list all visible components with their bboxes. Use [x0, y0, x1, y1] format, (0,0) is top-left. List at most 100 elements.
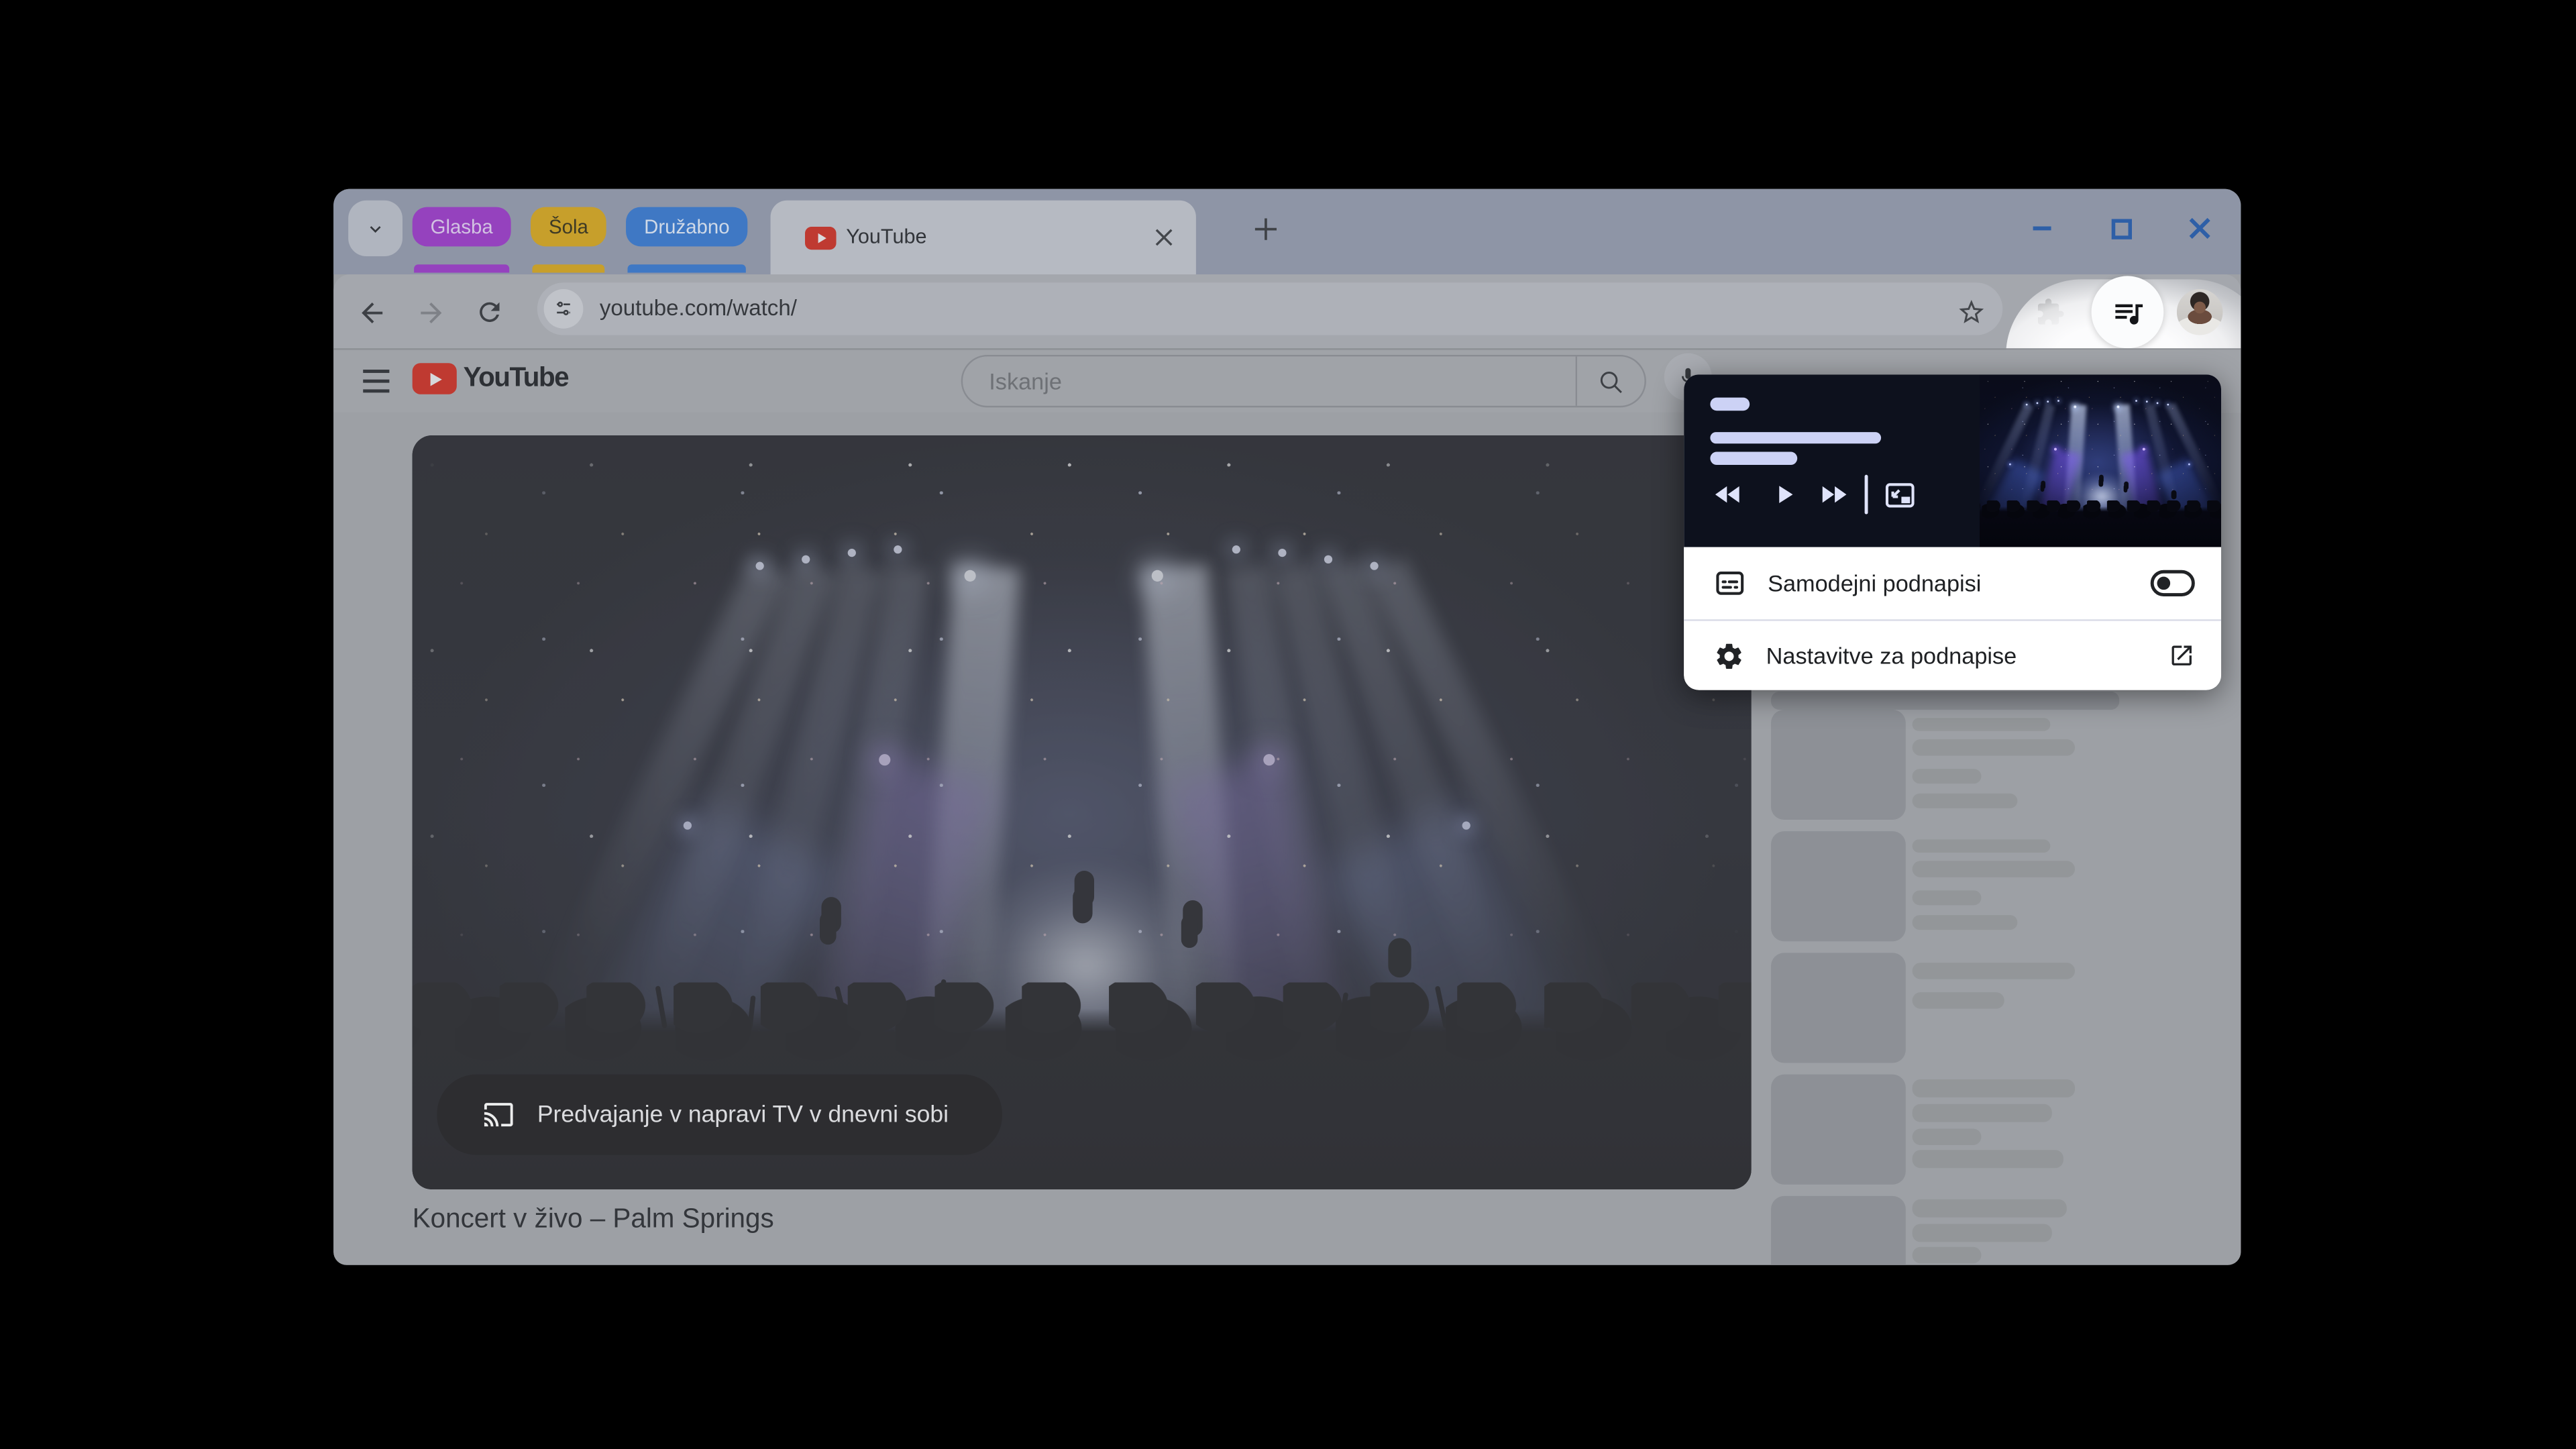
- tab-group-0: Glasba: [413, 207, 511, 247]
- media-controls-icon: [2110, 295, 2145, 329]
- url-text: youtube.com/watch/: [600, 282, 797, 335]
- skeleton-line: [1913, 1199, 2067, 1218]
- cast-toast: Predvajanje v napravi TV v dnevni sobi: [437, 1075, 1002, 1155]
- skeleton-line: [1913, 992, 2004, 1008]
- close-icon: [1154, 227, 1172, 246]
- tab-group-1: Šola: [531, 207, 606, 247]
- youtube-logo[interactable]: YouTube: [413, 363, 569, 394]
- skeleton-line: [1913, 1150, 2063, 1168]
- bookmark-button[interactable]: [1953, 294, 1990, 330]
- screen: Glasba Šola Družabno YouTube: [0, 0, 2576, 1449]
- forward-icon: [415, 297, 446, 328]
- skeleton-line: [1913, 739, 2075, 755]
- back-button[interactable]: [354, 294, 390, 330]
- video-player[interactable]: Predvajanje v napravi TV v dnevni sobi: [413, 435, 1752, 1189]
- media-controls-button[interactable]: [2092, 276, 2164, 348]
- media-skeleton-bar: [1710, 398, 1750, 411]
- skeleton-thumbnail: [1771, 710, 1906, 820]
- search-placeholder: Iskanje: [989, 356, 1062, 405]
- sidebar-skeleton-item: [1771, 831, 2231, 941]
- cast-toast-text: Predvajanje v napravi TV v dnevni sobi: [537, 1102, 949, 1128]
- skeleton-line: [1913, 769, 1982, 784]
- skeleton-line: [1913, 1247, 1982, 1263]
- controls-divider: [1865, 475, 1868, 515]
- tab-group-chip[interactable]: Glasba: [413, 207, 511, 247]
- live-caption-label: Samodejni podnapisi: [1768, 570, 1981, 596]
- previous-track-button[interactable]: [1707, 473, 1750, 516]
- video-title: Koncert v živo – Palm Springs: [413, 1204, 774, 1236]
- youtube-wordmark: YouTube: [464, 363, 569, 394]
- media-thumbnail: [1980, 374, 2221, 547]
- live-caption-row[interactable]: Samodejni podnapisi: [1684, 547, 2221, 621]
- cast-icon: [483, 1099, 515, 1130]
- fast-forward-icon: [1817, 478, 1850, 511]
- tab-groups: Glasba Šola Družabno: [413, 207, 748, 247]
- skeleton-line: [1913, 890, 1982, 905]
- tab-strip: Glasba Šola Družabno YouTube: [333, 189, 2241, 274]
- sidebar-skeleton-header: [1771, 692, 2119, 710]
- sidebar-skeleton-item: [1771, 1075, 2231, 1185]
- youtube-logo-icon: [413, 363, 457, 394]
- media-playback-controls: [1684, 473, 1980, 547]
- skeleton-line: [1913, 861, 2075, 877]
- tab-group-2: Družabno: [626, 207, 747, 247]
- chevron-down-icon: [365, 217, 386, 239]
- back-icon: [356, 297, 387, 328]
- maximize-icon: [2108, 216, 2133, 241]
- tab-group-stripe: [533, 264, 605, 272]
- caption-settings-label: Nastavitve za podnapise: [1766, 643, 2017, 669]
- reload-button[interactable]: [472, 294, 508, 330]
- profile-avatar[interactable]: [2177, 289, 2223, 335]
- sidebar-skeleton-item: [1771, 710, 2231, 820]
- tab-close-button[interactable]: [1148, 222, 1178, 252]
- live-caption-toggle[interactable]: [2151, 570, 2195, 596]
- search-input[interactable]: Iskanje: [961, 355, 1646, 407]
- tab-group-stripe: [414, 264, 509, 272]
- skeleton-line: [1913, 1224, 2052, 1242]
- search-button[interactable]: [1576, 356, 1645, 405]
- media-skeleton-bar: [1710, 451, 1797, 465]
- skeleton-line: [1913, 718, 2051, 731]
- open-in-new-icon: [2169, 643, 2195, 669]
- youtube-favicon-icon: [805, 227, 837, 250]
- next-track-button[interactable]: [1812, 473, 1855, 516]
- skeleton-thumbnail: [1771, 1075, 1906, 1185]
- skeleton-thumbnail: [1771, 831, 1906, 941]
- menu-hamburger-button[interactable]: [363, 370, 396, 394]
- window-minimize-button[interactable]: [2026, 212, 2059, 245]
- skeleton-line: [1913, 839, 2051, 853]
- reload-icon: [475, 297, 504, 327]
- site-settings-button[interactable]: [544, 289, 584, 329]
- skeleton-line: [1913, 963, 2075, 979]
- forward-button[interactable]: [413, 294, 449, 330]
- settings-gear-icon: [1713, 640, 1745, 672]
- new-tab-button[interactable]: [1247, 210, 1283, 246]
- picture-in-picture-button[interactable]: [1878, 473, 1921, 516]
- window-close-button[interactable]: [2184, 212, 2216, 245]
- media-session-card: [1684, 374, 2221, 547]
- bookmark-star-icon: [1957, 297, 1986, 327]
- captions-icon: [1713, 567, 1746, 600]
- tab-youtube[interactable]: YouTube: [771, 201, 1196, 274]
- skeleton-line: [1913, 1104, 2052, 1122]
- skeleton-line: [1913, 1128, 1982, 1144]
- window-maximize-button[interactable]: [2104, 212, 2137, 245]
- skeleton-line: [1913, 1079, 2075, 1097]
- media-skeleton-bar: [1710, 432, 1881, 443]
- play-button[interactable]: [1763, 473, 1806, 516]
- tab-title: YouTube: [846, 225, 926, 248]
- play-icon: [1770, 480, 1799, 509]
- skeleton-thumbnail: [1771, 953, 1906, 1063]
- skeleton-thumbnail: [1771, 1196, 1906, 1265]
- address-bar[interactable]: youtube.com/watch/: [537, 282, 2002, 335]
- caption-settings-row[interactable]: Nastavitve za podnapise: [1684, 621, 2221, 690]
- pip-icon: [1882, 477, 1916, 511]
- search-icon: [1597, 367, 1625, 395]
- browser-window: Glasba Šola Družabno YouTube: [333, 189, 2241, 1265]
- tab-group-chip[interactable]: Družabno: [626, 207, 747, 247]
- tab-group-stripe: [628, 264, 746, 272]
- tab-search-button[interactable]: [348, 201, 402, 256]
- tab-group-chip[interactable]: Šola: [531, 207, 606, 247]
- site-settings-icon: [553, 297, 573, 320]
- skeleton-line: [1913, 794, 2018, 808]
